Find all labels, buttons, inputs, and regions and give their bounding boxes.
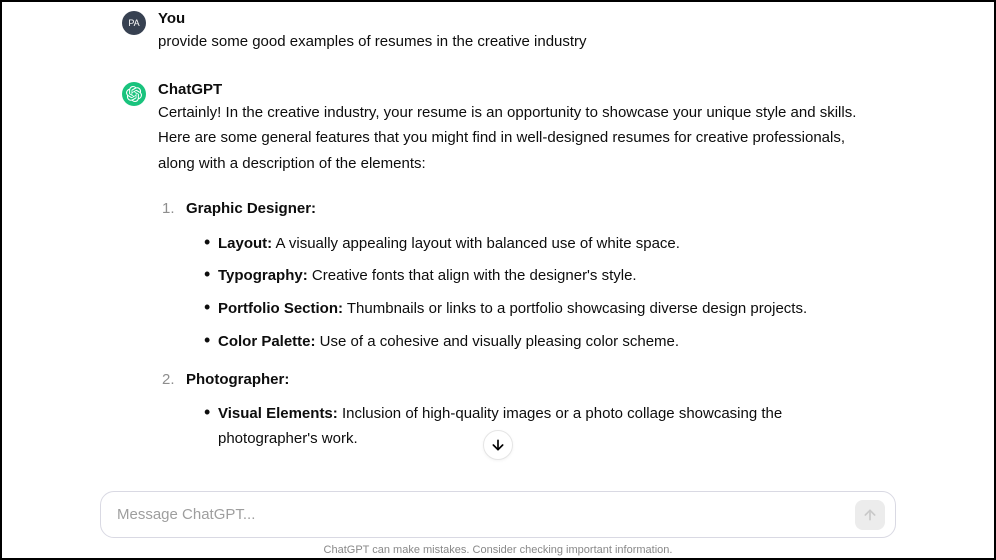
openai-logo-icon	[126, 86, 142, 102]
list-item: Photographer: Visual Elements: Inclusion…	[158, 367, 874, 452]
assistant-message: ChatGPT Certainly! In the creative indus…	[2, 81, 994, 464]
sub-text: Thumbnails or links to a portfolio showc…	[343, 300, 807, 317]
sub-list: Layout: A visually appealing layout with…	[186, 232, 874, 355]
sub-list-item: Portfolio Section: Thumbnails or links t…	[204, 297, 874, 322]
sub-label: Visual Elements:	[218, 405, 338, 422]
sub-label: Layout:	[218, 235, 272, 252]
resume-list: Graphic Designer: Layout: A visually app…	[158, 196, 874, 452]
sub-label: Portfolio Section:	[218, 300, 343, 317]
sub-text: Creative fonts that align with the desig…	[308, 267, 637, 284]
sub-list-item: Typography: Creative fonts that align wi…	[204, 264, 874, 289]
sub-label: Typography:	[218, 267, 308, 284]
item-title: Graphic Designer:	[186, 200, 316, 217]
assistant-intro-text: Certainly! In the creative industry, you…	[158, 100, 874, 177]
send-button[interactable]	[855, 500, 885, 530]
sub-text: Use of a cohesive and visually pleasing …	[316, 333, 680, 350]
assistant-name-label: ChatGPT	[158, 81, 874, 98]
sub-label: Color Palette:	[218, 333, 316, 350]
sub-list-item: Color Palette: Use of a cohesive and vis…	[204, 330, 874, 355]
user-message-text: provide some good examples of resumes in…	[158, 29, 874, 55]
list-item: Graphic Designer: Layout: A visually app…	[158, 196, 874, 355]
input-area	[100, 491, 896, 538]
user-message: PA You provide some good examples of res…	[2, 10, 994, 55]
item-title: Photographer:	[186, 371, 289, 388]
sub-list: Visual Elements: Inclusion of high-quali…	[186, 402, 874, 452]
sub-list-item: Layout: A visually appealing layout with…	[204, 232, 874, 257]
assistant-message-text: Certainly! In the creative industry, you…	[158, 100, 874, 452]
user-avatar-initials: PA	[128, 18, 139, 28]
sub-list-item: Visual Elements: Inclusion of high-quali…	[204, 402, 874, 452]
user-message-content: You provide some good examples of resume…	[158, 10, 874, 55]
assistant-message-content: ChatGPT Certainly! In the creative indus…	[158, 81, 874, 464]
chat-scroll-area[interactable]: PA You provide some good examples of res…	[2, 2, 994, 480]
user-avatar: PA	[122, 11, 146, 35]
assistant-avatar	[122, 82, 146, 106]
arrow-down-icon	[490, 437, 506, 453]
arrow-up-icon	[862, 507, 878, 523]
message-input[interactable]	[117, 506, 843, 523]
sub-text: A visually appealing layout with balance…	[272, 235, 680, 252]
disclaimer-text: ChatGPT can make mistakes. Consider chec…	[2, 544, 994, 556]
user-name-label: You	[158, 10, 874, 27]
scroll-to-bottom-button[interactable]	[483, 430, 513, 460]
message-input-container	[100, 491, 896, 538]
